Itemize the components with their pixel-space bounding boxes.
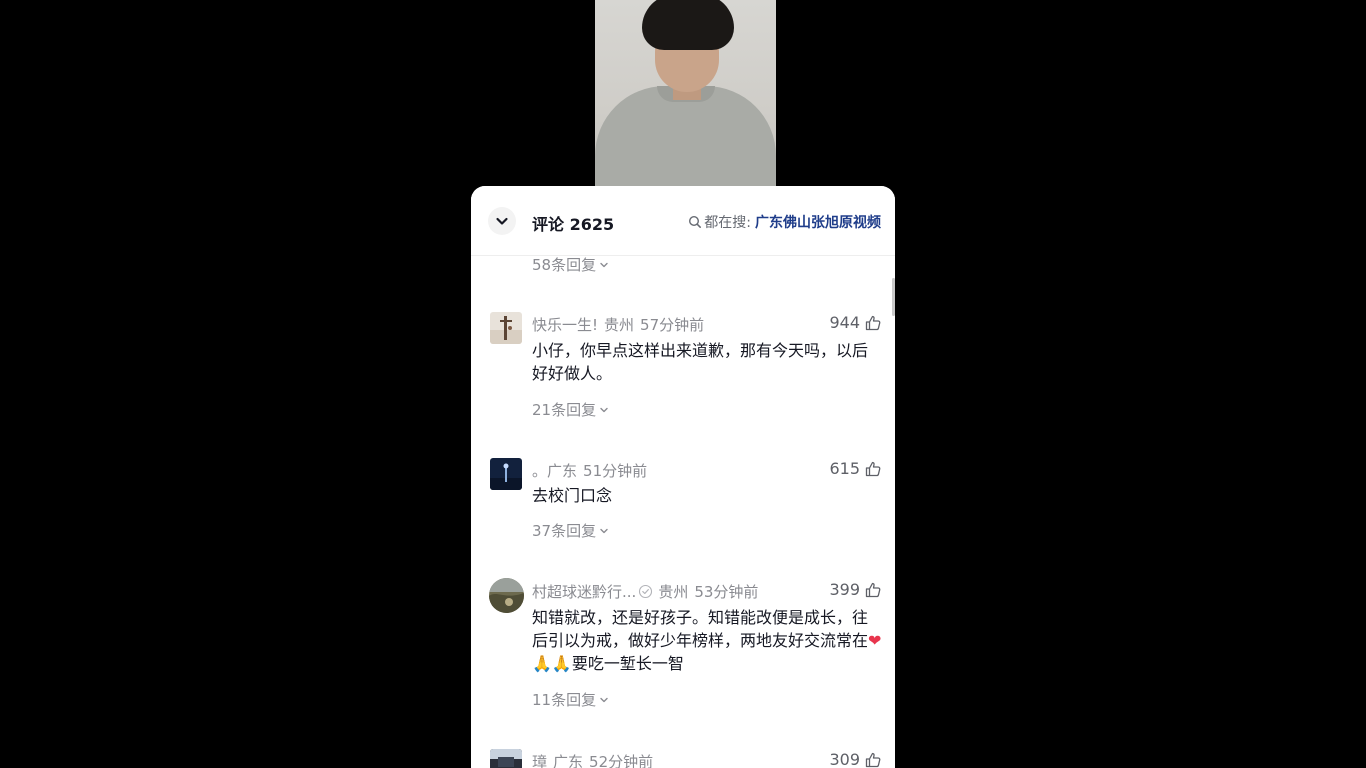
view-replies-button[interactable]: 58条回复 <box>532 254 609 275</box>
comment-time: 53分钟前 <box>694 583 759 601</box>
view-replies-button[interactable]: 11条回复 <box>532 689 609 710</box>
replies-label: 37条回复 <box>532 522 597 540</box>
chevron-down-icon <box>496 217 508 225</box>
like-button[interactable]: 399 <box>829 580 881 599</box>
like-button[interactable]: 615 <box>829 459 881 478</box>
view-replies-button[interactable]: 37条回复 <box>532 520 609 541</box>
chevron-down-icon <box>600 262 608 267</box>
collapse-comments-button[interactable] <box>488 207 516 235</box>
pray-emoji-icon: 🙏 <box>551 654 572 673</box>
chevron-down-icon <box>600 528 608 533</box>
comment-time: 51分钟前 <box>583 462 648 480</box>
comment-username[interactable]: 村超球迷黔行... <box>532 581 636 602</box>
comment-panel-header: 评论 2625 都在搜: 广东佛山张旭原视频 <box>471 186 895 256</box>
thumbs-up-icon <box>865 752 881 767</box>
avatar[interactable] <box>490 749 522 768</box>
replies-label: 21条回复 <box>532 401 597 419</box>
like-button[interactable]: 309 <box>829 750 881 768</box>
comment-username[interactable]: 快乐一生! <box>532 314 598 335</box>
like-button[interactable]: 944 <box>829 313 881 332</box>
pray-emoji-icon: 🙏 <box>532 654 552 673</box>
heart-emoji-icon: ❤ <box>868 631 882 650</box>
screen: 评论 2625 都在搜: 广东佛山张旭原视频 58条回复 快乐一生! 贵州 57… <box>0 0 1366 768</box>
comment-time: 52分钟前 <box>589 753 654 768</box>
comment-text-tail: 要吃一堑长一智 <box>571 654 684 673</box>
scrollbar[interactable] <box>892 278 895 316</box>
trending-search-link[interactable]: 都在搜: 广东佛山张旭原视频 <box>688 212 881 232</box>
comment-location: 贵州 <box>604 316 635 334</box>
search-term: 广东佛山张旭原视频 <box>755 215 881 231</box>
like-count: 309 <box>829 750 860 768</box>
search-prefix: 都在搜: <box>704 215 751 231</box>
comment-meta: 快乐一生! 贵州 57分钟前 <box>532 314 704 335</box>
comment-location: 贵州 <box>658 583 689 601</box>
comment-username[interactable]: 。 <box>532 460 547 481</box>
like-count: 944 <box>829 313 860 332</box>
like-count: 399 <box>829 580 860 599</box>
comment-text: 去校门口念 <box>532 486 613 505</box>
chevron-down-icon <box>600 407 608 412</box>
comment-location: 广东 <box>547 462 578 480</box>
avatar[interactable] <box>490 458 522 490</box>
thumbs-up-icon <box>865 315 881 330</box>
avatar[interactable] <box>489 578 524 613</box>
like-count: 615 <box>829 459 860 478</box>
video-preview[interactable] <box>595 0 776 186</box>
comment-count-title: 评论 2625 <box>532 215 615 234</box>
comment-time: 57分钟前 <box>640 316 705 334</box>
chevron-down-icon <box>600 697 608 702</box>
thumbs-up-icon <box>865 461 881 476</box>
video-figure-hair <box>642 0 734 50</box>
replies-label: 11条回复 <box>532 691 597 709</box>
comment-panel: 评论 2625 都在搜: 广东佛山张旭原视频 58条回复 快乐一生! 贵州 57… <box>471 186 895 768</box>
comment-meta: 。 广东 51分钟前 <box>532 460 647 481</box>
comment-text: 小仔，你早点这样出来道歉，那有今天吗，以后好好做人。 <box>532 341 869 383</box>
view-replies-button[interactable]: 21条回复 <box>532 399 609 420</box>
comment-location: 广东 <box>553 753 584 768</box>
comment-text-main: 知错就改，还是好孩子。知错能改便是成长，往后引以为戒，做好少年榜样，两地友好交流… <box>532 608 869 650</box>
verified-check-icon <box>639 584 653 599</box>
comment-text: 知错就改，还是好孩子。知错能改便是成长，往后引以为戒，做好少年榜样，两地友好交流… <box>532 606 882 675</box>
comment-username[interactable]: 璋 <box>532 751 547 768</box>
thumbs-up-icon <box>865 582 881 597</box>
search-icon <box>689 215 702 228</box>
avatar[interactable] <box>490 312 522 344</box>
comment-meta: 村超球迷黔行... 贵州 53分钟前 <box>532 581 758 602</box>
replies-label: 58条回复 <box>532 256 597 274</box>
comment-meta: 璋 广东 52分钟前 <box>532 751 653 768</box>
